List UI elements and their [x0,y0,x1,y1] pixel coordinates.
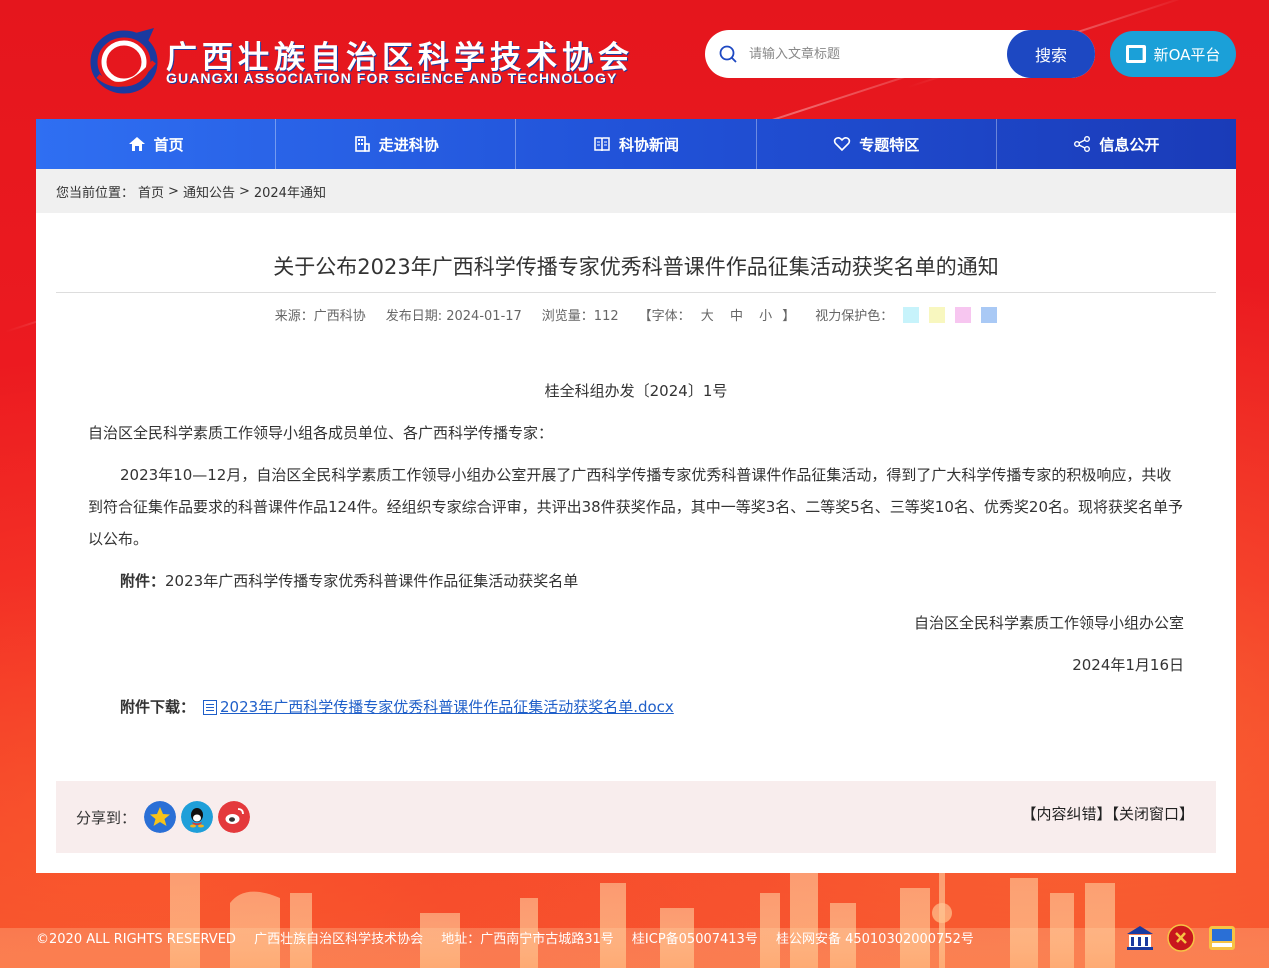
oa-button-label: 新OA平台 [1153,45,1221,64]
eye-color-cyan-swatch[interactable] [903,306,920,323]
nav-label: 专题特区 [859,135,920,154]
site-footer: ©2020 ALL RIGHTS RESERVED 广西壮族自治区科学技术协会 … [36,928,988,947]
nav-label: 首页 [153,135,184,154]
font-large-button[interactable]: 大 [701,309,714,324]
oa-platform-button[interactable]: 新OA平台 [1110,31,1236,77]
search-button[interactable]: 搜索 [1007,30,1095,78]
nav-item-home[interactable]: 首页 [36,119,277,169]
footer-icp[interactable]: 桂ICP备05007413号 [632,932,758,947]
search-box: 搜索 [705,30,1095,78]
footer-copyright: ©2020 ALL RIGHTS RESERVED [36,932,236,947]
nav-item-news[interactable]: 科协新闻 [516,119,757,169]
download-line: 附件下载： 2023年广西科学传播专家优秀科普课件作品征集活动获奖名单.docx [88,691,1184,723]
city-skyline-illustration [0,873,1269,968]
font-small-button[interactable]: 小 [759,309,772,324]
article-views: 浏览量：112 [541,309,619,324]
share-bar: 分享到： 【内容纠错】【关闭窗口】 [56,781,1216,853]
addressee: 自治区全民科学素质工作领导小组各成员单位、各广西科学传播专家： [88,424,554,442]
qzone-share-icon[interactable] [144,801,176,833]
nav-label: 走进科协 [378,135,439,154]
attachment-text: 2023年广西科学传播专家优秀科普课件作品征集活动获奖名单 [165,572,579,590]
qq-share-icon[interactable] [181,801,213,833]
nav-item-about[interactable]: 走进科协 [276,119,517,169]
heart-icon [834,136,851,152]
footer-police[interactable]: 桂公网安备 45010302000752号 [776,932,974,947]
share-links: 【内容纠错】【关闭窗口】 [1021,803,1194,824]
article-body: 桂全科组办发〔2024〕1号 自治区全民科学素质工作领导小组各成员单位、各广西科… [88,375,1184,723]
article-title: 关于公布2023年广西科学传播专家优秀科普课件作品征集活动获奖名单的通知 [273,255,999,279]
close-window-link[interactable]: 【关闭窗口】 [1111,805,1194,823]
attachment-line: 附件：2023年广西科学传播专家优秀科普课件作品征集活动获奖名单 [88,565,1184,597]
font-label: 【字体： [638,309,691,324]
eye-color-yellow-swatch[interactable] [929,306,946,323]
font-size-control: 【字体： 大 中 小 】 [639,305,796,324]
share-label: 分享到： [76,809,137,827]
eye-protection: 视力保护色： [815,305,998,324]
home-icon [128,137,145,151]
party-badge-icon[interactable] [1166,924,1196,952]
nav-item-topics[interactable]: 专题特区 [757,119,997,169]
breadcrumb-notices[interactable]: 通知公告 [183,182,235,201]
breadcrumb-sep: > [238,183,250,199]
download-link[interactable]: 2023年广西科学传播专家优秀科普课件作品征集活动获奖名单.docx [220,691,674,723]
outlook-icon [1125,45,1146,63]
nav-label: 信息公开 [1099,135,1160,154]
eye-color-blue-swatch[interactable] [981,306,998,323]
article-date: 发布日期: 2024-01-17 [385,309,522,324]
weibo-share-icon[interactable] [218,801,250,833]
article-source: 来源：广西科协 [274,309,366,324]
breadcrumb: 您当前位置： 首页 > 通知公告 > 2024年通知 [36,169,1236,213]
book-icon [594,137,610,152]
content-correction-link[interactable]: 【内容纠错】 [1021,805,1111,823]
article-container: 您当前位置： 首页 > 通知公告 > 2024年通知 关于公布2023年广西科学… [36,169,1236,873]
eye-label: 视力保护色： [815,309,894,324]
download-label: 附件下载： [120,698,196,716]
building-icon [354,136,370,152]
nav-label: 科协新闻 [619,135,680,154]
logo-english-name: GUANGXI ASSOCIATION FOR SCIENCE AND TECH… [166,70,618,86]
accessibility-badge-icon[interactable] [1207,924,1237,952]
site-logo[interactable]: 广西壮族自治区科学技术协会 GUANGXI ASSOCIATION FOR SC… [88,26,629,96]
breadcrumb-current[interactable]: 2024年通知 [254,182,326,201]
breadcrumb-home[interactable]: 首页 [138,182,164,201]
sign-date: 2024年1月16日 [1072,656,1184,674]
eye-color-pink-swatch[interactable] [955,306,972,323]
signature: 自治区全民科学素质工作领导小组办公室 [913,614,1184,632]
word-doc-icon [203,699,218,715]
search-icon [719,45,737,63]
document-number: 桂全科组办发〔2024〕1号 [544,382,728,400]
footer-org: 广西壮族自治区科学技术协会 [254,932,424,947]
gov-site-badge-icon[interactable] [1125,924,1155,952]
article-meta: 来源：广西科协 发布日期: 2024-01-17 浏览量：112 【字体： 大 … [36,305,1236,324]
nav-item-disclosure[interactable]: 信息公开 [997,119,1236,169]
share-nodes-icon [1074,136,1091,152]
title-divider [56,292,1216,293]
font-label-end: 】 [782,309,796,324]
logo-emblem-icon [90,28,158,94]
font-medium-button[interactable]: 中 [730,309,743,324]
main-nav: 首页 走进科协 科协新闻 专题特区 信息公开 [36,119,1236,169]
breadcrumb-sep: > [168,183,179,199]
article-paragraph: 2023年10—12月，自治区全民科学素质工作领导小组办公室开展了广西科学传播专… [88,466,1183,548]
footer-address: 地址：广西南宁市古城路31号 [441,932,614,947]
search-input[interactable] [749,42,999,66]
attachment-label: 附件： [120,572,166,590]
breadcrumb-prefix: 您当前位置： [56,185,135,201]
